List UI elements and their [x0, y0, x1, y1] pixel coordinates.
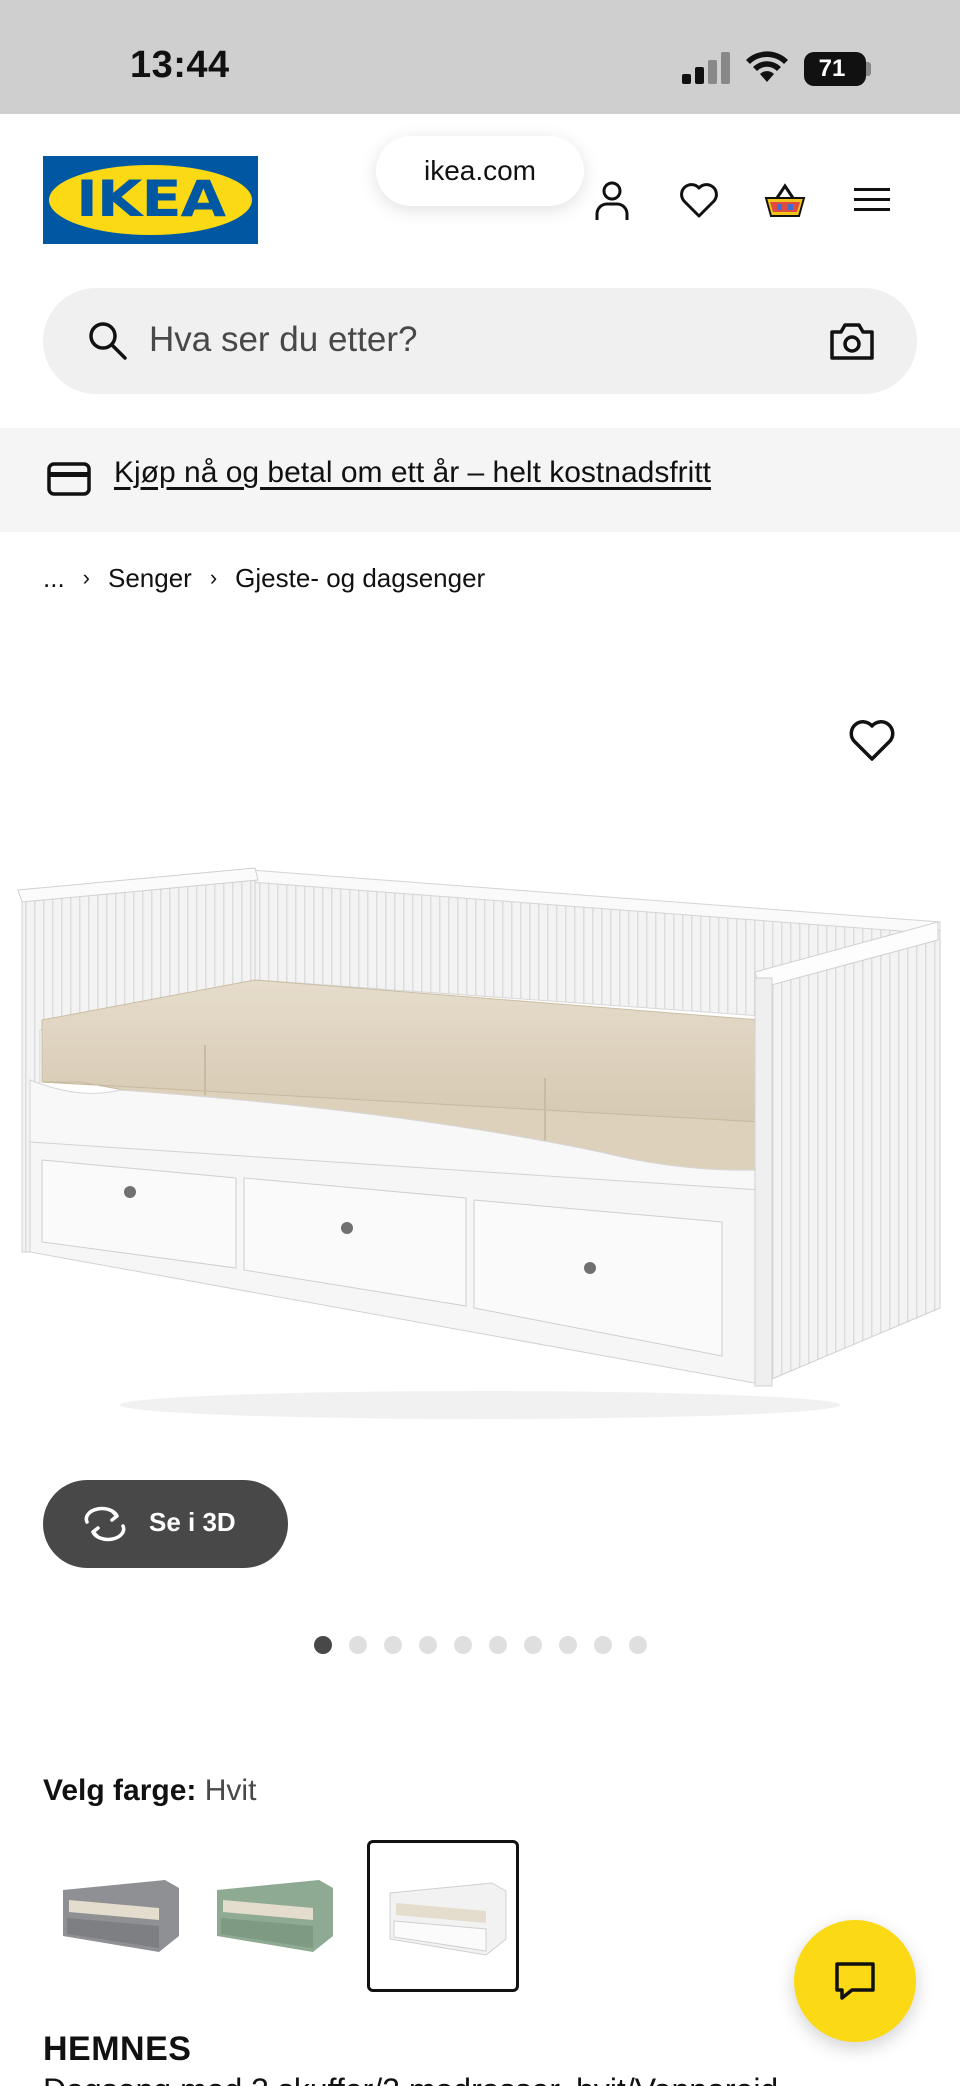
- chat-button[interactable]: [794, 1920, 916, 2042]
- ikea-logo[interactable]: IKEA: [43, 156, 258, 244]
- color-swatch-white[interactable]: [367, 1840, 519, 1992]
- search-bar[interactable]: [43, 288, 917, 394]
- carousel-dot[interactable]: [524, 1636, 542, 1654]
- product-description: Dagseng med 3 skuffer/2 madrasser, hvit/…: [43, 2072, 778, 2086]
- logo-text: IKEA: [76, 170, 226, 228]
- daybed-thumbnail-white: [389, 1882, 507, 1956]
- heart-icon[interactable]: [677, 178, 721, 222]
- rotate-3d-icon: [84, 1506, 126, 1542]
- chevron-right-icon: ›: [209, 565, 218, 590]
- basket-icon[interactable]: [763, 178, 807, 222]
- wifi-icon: [746, 51, 788, 82]
- carousel-dot[interactable]: [594, 1636, 612, 1654]
- breadcrumb-ellipsis[interactable]: ...: [43, 563, 65, 594]
- daybed-thumbnail-grey: [63, 1880, 179, 1952]
- promo-link[interactable]: Kjøp nå og betal om ett år – helt kostna…: [114, 456, 711, 490]
- battery-level: 71: [818, 55, 846, 82]
- chat-bubble-icon: [835, 1962, 875, 2000]
- credit-card-icon: [47, 462, 91, 496]
- cellular-signal-icon: [682, 52, 730, 84]
- profile-icon[interactable]: [590, 178, 634, 222]
- search-input[interactable]: [149, 310, 789, 370]
- site-header: IKEA ikea.com: [0, 114, 960, 284]
- battery-icon: 71: [804, 52, 866, 86]
- color-picker-label: Velg farge: Hvit: [43, 1774, 256, 1808]
- promo-banner: Kjøp nå og betal om ett år – helt kostna…: [0, 428, 960, 532]
- carousel-dot[interactable]: [314, 1636, 332, 1654]
- color-value: Hvit: [204, 1774, 257, 1807]
- carousel-dot[interactable]: [489, 1636, 507, 1654]
- status-bar: 13:44 71: [0, 0, 960, 114]
- carousel-dot[interactable]: [629, 1636, 647, 1654]
- chevron-right-icon: ›: [82, 565, 90, 590]
- breadcrumb: ... › Senger › Gjeste- og dagsenger: [43, 562, 485, 594]
- carousel-dot[interactable]: [384, 1636, 402, 1654]
- battery-tip: [866, 62, 871, 76]
- carousel-dots[interactable]: [314, 1636, 647, 1654]
- breadcrumb-item-gjeste-og-dagsenger[interactable]: Gjeste- og dagsenger: [235, 563, 485, 594]
- browser-url-pill[interactable]: ikea.com: [376, 136, 584, 206]
- favorite-heart-icon[interactable]: [846, 714, 898, 766]
- breadcrumb-item-senger[interactable]: Senger: [108, 563, 192, 594]
- product-image[interactable]: [0, 860, 960, 1480]
- status-time: 13:44: [130, 44, 230, 86]
- product-name: HEMNES: [43, 2030, 192, 2068]
- search-icon: [89, 322, 127, 360]
- color-swatch-green[interactable]: [197, 1840, 349, 1992]
- carousel-dot[interactable]: [349, 1636, 367, 1654]
- hamburger-menu-icon[interactable]: [850, 178, 894, 222]
- carousel-dot[interactable]: [419, 1636, 437, 1654]
- carousel-dot[interactable]: [559, 1636, 577, 1654]
- carousel-dot[interactable]: [454, 1636, 472, 1654]
- daybed-thumbnail-green: [217, 1880, 333, 1952]
- view-3d-label: Se i 3D: [149, 1507, 236, 1537]
- color-label-prefix: Velg farge:: [43, 1774, 197, 1807]
- view-3d-button[interactable]: Se i 3D: [43, 1480, 288, 1568]
- color-swatch-grey[interactable]: [43, 1840, 195, 1992]
- camera-icon[interactable]: [829, 320, 875, 362]
